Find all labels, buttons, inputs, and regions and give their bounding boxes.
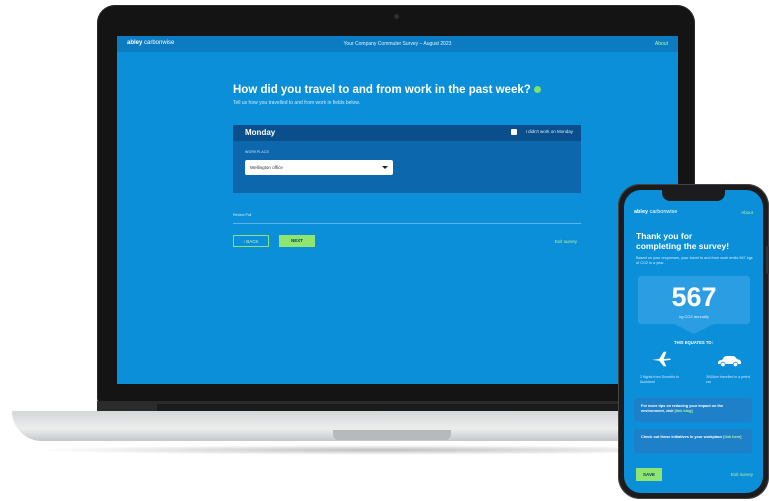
exit-survey-link[interactable]: Exit survey — [555, 239, 577, 244]
tips-text: For more tips on reducing your impact on… — [641, 404, 746, 414]
phone-logo-bold: abley — [634, 209, 649, 215]
car-icon — [718, 356, 741, 368]
airplane-icon — [652, 351, 671, 367]
flights-equivalent: 2 flights from Dunedin to Auckland — [640, 375, 679, 384]
about-link[interactable]: About — [655, 41, 668, 47]
review-label: Review Poll — [233, 213, 252, 217]
phone-logo[interactable]: abley carbonwise — [634, 209, 677, 215]
phone-exit-survey-link[interactable]: Exit survey — [731, 472, 753, 477]
phone-header: abley carbonwise About — [624, 206, 763, 220]
next-button[interactable]: NEXT — [279, 235, 315, 247]
phone-notch — [662, 190, 725, 201]
phone-about-link[interactable]: About — [741, 210, 753, 215]
laptop-screen: abley carbonwise Your Company Commuter S… — [117, 36, 678, 384]
question-text: How did you travel to and from work in t… — [233, 84, 531, 96]
survey-title: Your Company Commuter Survey – August 20… — [343, 41, 452, 47]
result-card: 567 kg CO2 annually — [638, 276, 750, 324]
arrow-down-icon — [674, 324, 714, 334]
back-button[interactable]: ‹ BACK — [233, 235, 269, 247]
top-bar: abley carbonwise Your Company Commuter S… — [117, 36, 678, 52]
workplace-label: WORKPLACE — [245, 150, 270, 154]
km-equivalent: 3000km travelled in a petrol car — [706, 375, 751, 384]
didnt-work-label: I didn't work on Monday — [525, 129, 573, 134]
chevron-down-icon — [382, 166, 388, 169]
phone-logo-light: carbonwise — [648, 209, 678, 215]
phone-screen: abley carbonwise About Thank you for com… — [624, 190, 763, 493]
divider — [233, 223, 581, 224]
question-heading: How did you travel to and from work in t… — [233, 84, 541, 96]
equates-label: THIS EQUATES TO: — [674, 340, 713, 345]
checkbox-icon[interactable] — [511, 129, 517, 135]
workplace-value: Wellington office — [250, 165, 283, 170]
camera-icon — [394, 14, 399, 19]
initiatives-link[interactable]: [link here] — [723, 435, 741, 439]
laptop-notch — [333, 430, 451, 440]
question-subtitle: Tell us how you travelled to and from wo… — [233, 100, 361, 106]
workplace-select[interactable]: Wellington office — [245, 160, 393, 175]
co2-number: 567 — [671, 282, 717, 312]
result-description: Based on your responses, your travel to … — [636, 256, 753, 265]
day-header: Monday I didn't work on Monday — [233, 125, 581, 141]
tips-link[interactable]: [link blog] — [675, 409, 693, 413]
day-panel: Monday I didn't work on Monday WORKPLACE… — [233, 125, 581, 193]
day-name: Monday — [245, 128, 276, 137]
save-button[interactable]: SAVE — [636, 468, 662, 481]
help-icon[interactable] — [533, 86, 541, 94]
thanks-heading-line2: completing the survey! — [636, 241, 730, 251]
co2-unit: kg CO2 annually — [679, 314, 709, 319]
initiatives-text-body: Check out these initiatives in your work… — [641, 435, 724, 439]
initiatives-box: Check out these initiatives in your work… — [634, 429, 752, 453]
thanks-heading-line1: Thank you for — [636, 231, 693, 241]
initiatives-text: Check out these initiatives in your work… — [641, 435, 746, 440]
tips-box: For more tips on reducing your impact on… — [634, 398, 752, 422]
